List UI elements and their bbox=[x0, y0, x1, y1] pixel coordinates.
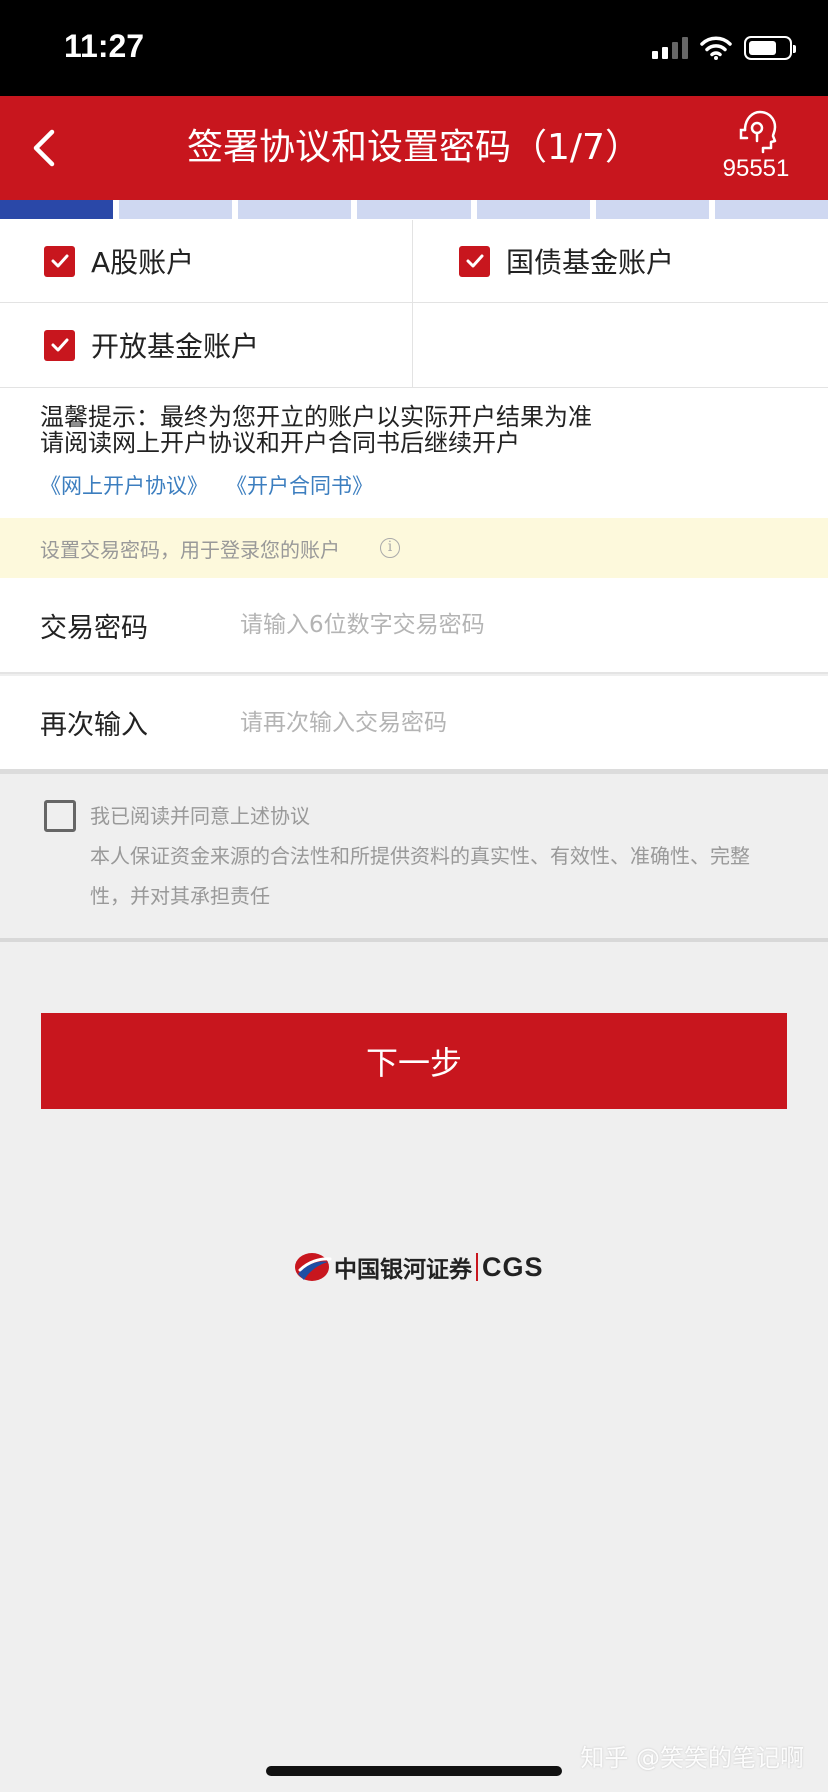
logo-chinese-text: 中国银河证券 bbox=[334, 1257, 472, 1283]
step-progress-bar bbox=[0, 200, 828, 220]
account-option-treasury-fund[interactable]: 国债基金账户 bbox=[413, 220, 828, 303]
progress-step-4 bbox=[357, 200, 471, 219]
confirm-password-row: 再次输入 bbox=[0, 676, 828, 774]
account-type-grid: A股账户 国债基金账户 开放基金账户 bbox=[0, 220, 828, 388]
trade-password-label: 交易密码 bbox=[40, 612, 148, 644]
trade-password-input[interactable] bbox=[240, 612, 760, 638]
notice-line-2: 请阅读网上开户协议和开户合同书后继续开户 bbox=[40, 429, 520, 457]
status-bar: 11:27 bbox=[0, 0, 828, 96]
account-empty-cell bbox=[413, 303, 828, 388]
next-step-button[interactable]: 下一步 bbox=[41, 1013, 787, 1109]
status-icons bbox=[652, 36, 796, 60]
galaxy-logo-icon bbox=[295, 1253, 332, 1281]
contract-link[interactable]: 《开户合同书》 bbox=[226, 470, 373, 500]
checkbox-checked-icon[interactable] bbox=[44, 329, 75, 361]
online-agreement-link[interactable]: 《网上开户协议》 bbox=[40, 470, 208, 500]
account-option-label: A股账户 bbox=[91, 246, 195, 279]
agreement-checkbox[interactable] bbox=[44, 800, 76, 832]
notice-section: 温馨提示：最终为您开立的账户以实际开户结果为准 请阅读网上开户协议和开户合同书后… bbox=[0, 388, 828, 518]
progress-step-3 bbox=[238, 200, 352, 219]
checkbox-checked-icon[interactable] bbox=[44, 245, 75, 277]
battery-icon bbox=[744, 36, 796, 60]
trade-password-row: 交易密码 bbox=[0, 578, 828, 674]
logo-english-text: CGS bbox=[482, 1251, 544, 1282]
confirm-password-label: 再次输入 bbox=[40, 710, 148, 741]
progress-step-6 bbox=[595, 200, 709, 219]
cellular-signal-icon bbox=[652, 37, 688, 59]
progress-step-2 bbox=[119, 200, 233, 219]
account-option-open-fund[interactable]: 开放基金账户 bbox=[0, 303, 413, 388]
checkbox-checked-icon[interactable] bbox=[459, 245, 490, 277]
agreement-section: 我已阅读并同意上述协议 本人保证资金来源的合法性和所提供资料的真实性、有效性、准… bbox=[0, 774, 828, 942]
home-indicator[interactable] bbox=[266, 1766, 562, 1776]
watermark: 知乎 @笑笑的笔记啊 bbox=[580, 1744, 804, 1772]
progress-step-7 bbox=[714, 200, 828, 219]
account-option-label: 开放基金账户 bbox=[91, 330, 260, 363]
back-button[interactable] bbox=[22, 120, 78, 176]
account-option-label: 国债基金账户 bbox=[506, 246, 675, 279]
notice-line-1: 温馨提示：最终为您开立的账户以实际开户结果为准 bbox=[40, 403, 592, 431]
info-icon[interactable]: i bbox=[380, 538, 400, 558]
agreement-description: 本人保证资金来源的合法性和所提供资料的真实性、有效性、准确性、完整性，并对其承担… bbox=[90, 844, 750, 908]
agreement-label[interactable]: 我已阅读并同意上述协议 bbox=[90, 800, 788, 832]
service-number: 95551 bbox=[722, 155, 790, 182]
page-title: 签署协议和设置密码（1/7） bbox=[187, 127, 641, 168]
customer-service-button[interactable]: 95551 bbox=[704, 108, 808, 192]
chevron-left-icon bbox=[33, 129, 55, 167]
customer-service-icon bbox=[739, 110, 777, 154]
progress-step-5 bbox=[476, 200, 590, 219]
confirm-password-input[interactable] bbox=[240, 709, 760, 736]
progress-step-1 bbox=[0, 200, 114, 219]
brand-logo: 中国银河证券 CGS bbox=[292, 1250, 544, 1284]
account-option-a-share[interactable]: A股账户 bbox=[0, 220, 413, 303]
password-hint-banner: 设置交易密码，用于登录您的账户 i bbox=[0, 518, 828, 578]
logo-separator bbox=[476, 1253, 478, 1281]
wifi-icon bbox=[700, 36, 732, 60]
status-time: 11:27 bbox=[64, 28, 145, 64]
agreement-links: 《网上开户协议》 《开户合同书》 bbox=[40, 470, 788, 500]
agreement-text: 我已阅读并同意上述协议 本人保证资金来源的合法性和所提供资料的真实性、有效性、准… bbox=[90, 800, 788, 916]
password-hint-text: 设置交易密码，用于登录您的账户 bbox=[40, 537, 340, 562]
header-bar: 签署协议和设置密码（1/7） 95551 bbox=[0, 96, 828, 200]
